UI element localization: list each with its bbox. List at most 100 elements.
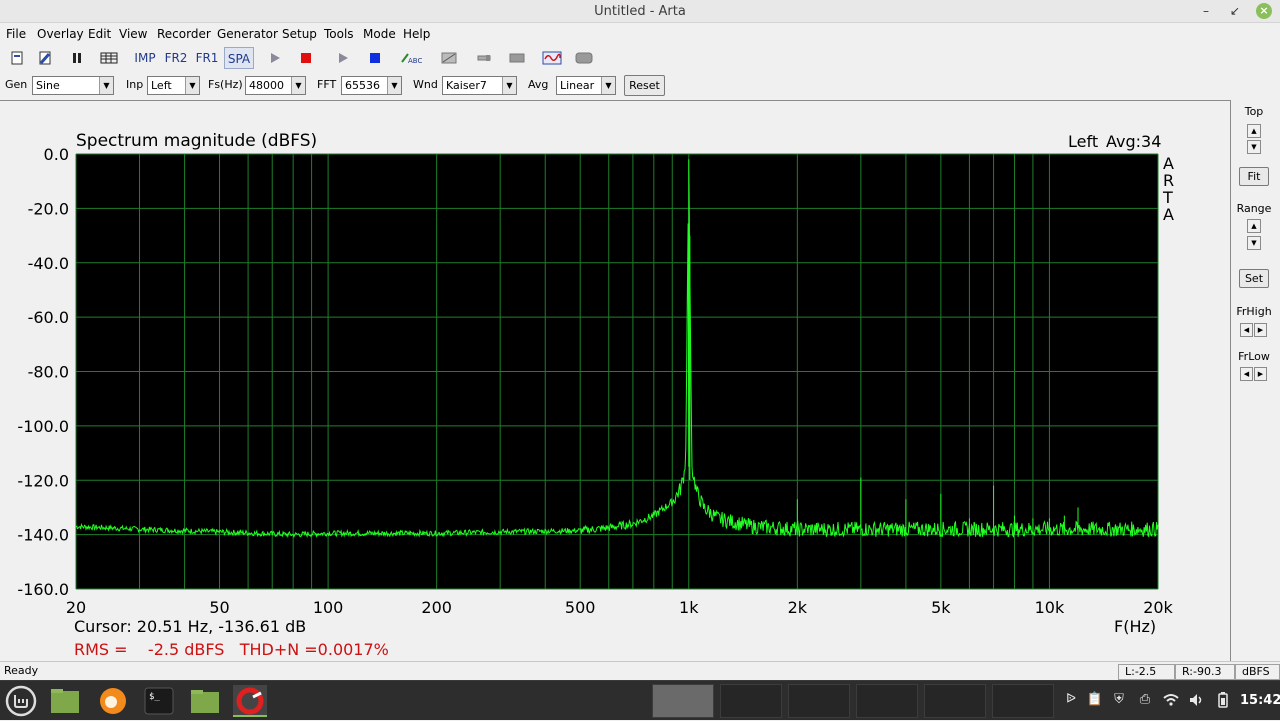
frlow-left-icon[interactable]: ◀: [1240, 367, 1253, 381]
menu-mode[interactable]: Mode: [363, 27, 396, 41]
fs-label: Fs(Hz): [208, 78, 243, 91]
files-icon[interactable]: [48, 685, 82, 717]
window-select[interactable]: Kaiser7 ▼: [442, 76, 517, 95]
top-down-icon[interactable]: ▼: [1247, 140, 1261, 154]
menu-recorder[interactable]: Recorder: [157, 27, 211, 41]
menu-setup[interactable]: Setup: [282, 27, 317, 41]
generator-value: Sine: [36, 79, 60, 92]
text-label-icon[interactable]: ABC: [398, 47, 424, 69]
frhigh-right-icon[interactable]: ▶: [1254, 323, 1267, 337]
reset-button[interactable]: Reset: [624, 75, 665, 96]
terminal-icon[interactable]: $_: [142, 685, 176, 717]
battery-icon[interactable]: [1214, 691, 1232, 709]
bluetooth-icon[interactable]: ᐉ: [1062, 691, 1080, 709]
restore-icon[interactable]: ↙: [1227, 3, 1243, 19]
volume-icon[interactable]: [1188, 691, 1206, 709]
menu-generator[interactable]: Generator: [217, 27, 278, 41]
range-down-icon[interactable]: ▼: [1247, 236, 1261, 250]
stop-generator-icon[interactable]: [364, 47, 386, 69]
x-tick-label: 100: [313, 598, 344, 617]
status-unit: dBFS: [1235, 664, 1280, 680]
status-ready: Ready: [4, 664, 39, 677]
meter-icon[interactable]: [572, 47, 596, 69]
x-tick-label: 10k: [1035, 598, 1065, 617]
toolbar: IMP FR2 FR1 SPA ABC: [0, 45, 1280, 71]
workspace-5[interactable]: [924, 684, 986, 718]
taskbar: $_ ᐉ 📋 ⛨ ⎙ 15:42: [0, 680, 1280, 720]
fit-button[interactable]: Fit: [1239, 167, 1269, 186]
printer-icon[interactable]: ⎙: [1136, 691, 1154, 709]
menu-tools[interactable]: Tools: [324, 27, 354, 41]
open-file-icon[interactable]: [34, 47, 56, 69]
menu-view[interactable]: View: [119, 27, 147, 41]
mint-menu-icon[interactable]: [4, 685, 38, 717]
plot-area: Spectrum magnitude (dBFS) Left Avg:34 A …: [0, 100, 1231, 661]
top-up-icon[interactable]: ▲: [1247, 124, 1261, 138]
mode-fr2-button[interactable]: FR2: [162, 47, 190, 69]
arta-app-icon[interactable]: [233, 685, 267, 717]
x-tick-label: 200: [421, 598, 452, 617]
inp-label: Inp: [126, 78, 144, 91]
scale-control-panel: Top ▲ ▼ Fit Range ▲ ▼ Set FrHigh ◀ ▶ FrL…: [1232, 100, 1280, 661]
range-up-icon[interactable]: ▲: [1247, 219, 1261, 233]
fft-label: FFT: [317, 78, 337, 91]
generator-select[interactable]: Sine ▼: [32, 76, 114, 95]
menu-edit[interactable]: Edit: [88, 27, 111, 41]
x-tick-label: 20: [66, 598, 86, 617]
chevron-down-icon: ▼: [502, 77, 516, 94]
minimize-icon[interactable]: –: [1198, 3, 1214, 19]
top-label: Top: [1244, 105, 1264, 118]
folder-icon[interactable]: [188, 685, 222, 717]
menu-overlay[interactable]: Overlay: [37, 27, 84, 41]
plot-title: Spectrum magnitude (dBFS): [76, 131, 317, 151]
oscilloscope-icon[interactable]: [540, 47, 564, 69]
averaging-select[interactable]: Linear ▼: [556, 76, 616, 95]
y-tick-label: -40.0: [28, 254, 69, 273]
x-tick-label: 500: [565, 598, 596, 617]
table-view-icon[interactable]: [97, 47, 121, 69]
firefox-icon[interactable]: [96, 685, 130, 717]
frhigh-left-icon[interactable]: ◀: [1240, 323, 1253, 337]
sample-rate-select[interactable]: 48000 ▼: [245, 76, 306, 95]
spectrum-chart[interactable]: Spectrum magnitude (dBFS) Left Avg:34 A …: [0, 101, 1230, 662]
mode-spa-button[interactable]: SPA: [224, 47, 254, 69]
new-file-icon[interactable]: [6, 47, 28, 69]
chevron-down-icon: ▼: [291, 77, 305, 94]
workspace-4[interactable]: [856, 684, 918, 718]
y-axis-ticks: 0.0 -20.0 -40.0 -60.0 -80.0 -100.0 -120.0 -140.…: [17, 145, 69, 599]
menu-help[interactable]: Help: [403, 27, 430, 41]
clipboard-icon[interactable]: 📋: [1086, 691, 1104, 709]
x-tick-label: 2k: [788, 598, 808, 617]
workspace-2[interactable]: [720, 684, 782, 718]
workspace-1[interactable]: [652, 684, 714, 718]
chevron-down-icon: ▼: [99, 77, 113, 94]
mode-imp-button[interactable]: IMP: [131, 47, 159, 69]
grid-settings-icon[interactable]: [437, 47, 461, 69]
avg-label: Avg: [528, 78, 549, 91]
channel-label: Left: [1068, 132, 1098, 151]
connector-icon[interactable]: [472, 47, 496, 69]
workspace-6[interactable]: [992, 684, 1054, 718]
fft-size-select[interactable]: 65536 ▼: [341, 76, 402, 95]
y-tick-label: -120.0: [17, 471, 69, 490]
set-button[interactable]: Set: [1239, 269, 1269, 288]
frhigh-label: FrHigh: [1236, 305, 1272, 318]
stop-record-icon[interactable]: [295, 47, 317, 69]
device-icon[interactable]: [505, 47, 529, 69]
workspace-3[interactable]: [788, 684, 850, 718]
mode-fr1-button[interactable]: FR1: [193, 47, 221, 69]
status-bar: Ready L:-2.5 R:-90.3 dBFS: [0, 661, 1280, 680]
y-tick-label: -100.0: [17, 417, 69, 436]
frlow-right-icon[interactable]: ▶: [1254, 367, 1267, 381]
pause-icon[interactable]: [66, 47, 88, 69]
input-select[interactable]: Left ▼: [147, 76, 200, 95]
averaging-value: Linear: [560, 79, 595, 92]
play-generator-icon[interactable]: [332, 47, 354, 69]
wifi-icon[interactable]: [1162, 691, 1180, 709]
status-right-level: R:-90.3: [1175, 664, 1235, 680]
shield-icon[interactable]: ⛨: [1110, 691, 1128, 709]
play-icon[interactable]: [264, 47, 286, 69]
window-title: Untitled - Arta: [594, 4, 686, 19]
close-icon[interactable]: ×: [1256, 3, 1272, 19]
menu-file[interactable]: File: [6, 27, 26, 41]
